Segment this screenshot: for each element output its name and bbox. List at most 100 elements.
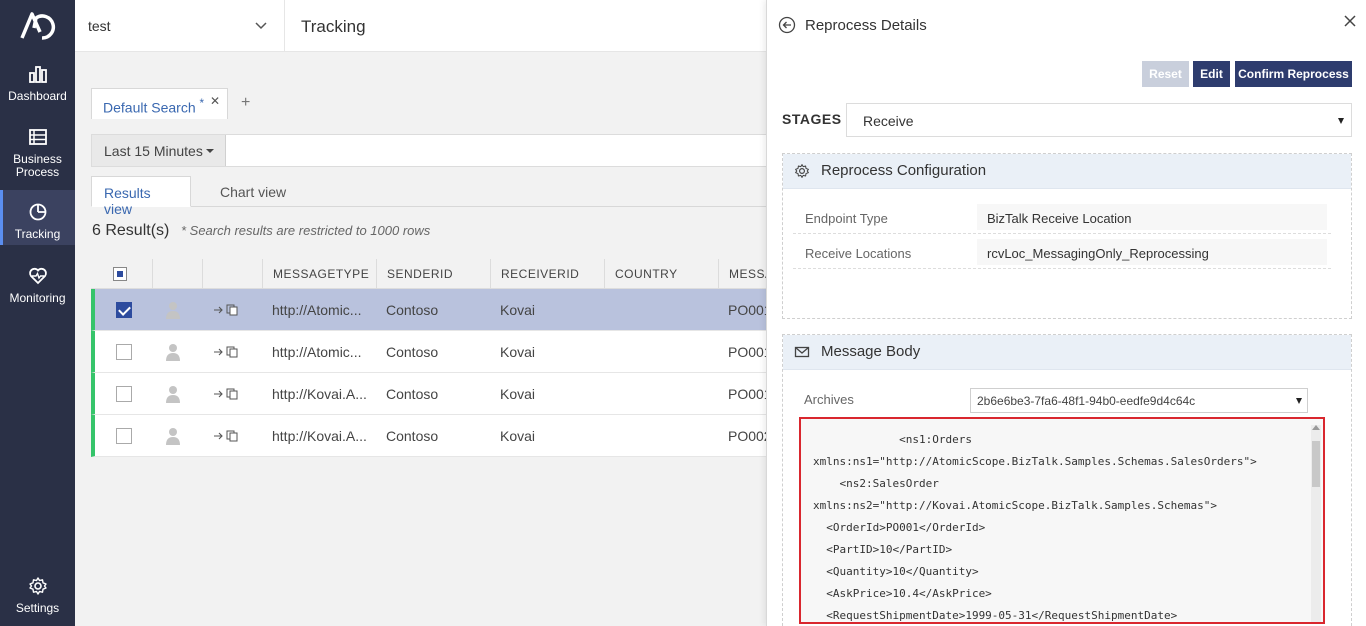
archives-value: 2b6e6be3-7fa6-48f1-94b0-eedfe9d4c64c (977, 394, 1196, 408)
section-header: Reprocess Configuration (783, 154, 1351, 189)
cell-senderid: Contoso (386, 428, 439, 444)
results-summary: 6 Result(s) * Search results are restric… (92, 222, 430, 240)
cell-messagetype: http://Kovai.A... (272, 428, 367, 444)
main-content: Default Search * ✕ + Last 15 Minutes Res… (75, 52, 775, 626)
caret-down-icon (1296, 398, 1302, 404)
endpoint-type-value: BizTalk Receive Location (977, 204, 1327, 230)
time-range-value: Last 15 Minutes (104, 143, 203, 159)
table-row[interactable]: http://Kovai.A... Contoso Kovai PO002 (91, 415, 775, 457)
edit-button[interactable]: Edit (1193, 61, 1230, 87)
tab-default-search[interactable]: Default Search * ✕ (91, 88, 228, 119)
message-line: <ns1:Orders (813, 433, 972, 446)
message-body-content[interactable]: <ns1:Orders xmlns:ns1="http://AtomicScop… (799, 417, 1325, 624)
heartbeat-icon (28, 267, 47, 285)
page-title: Tracking (301, 17, 366, 36)
cell-country (614, 331, 718, 373)
cell-messagetype: http://Kovai.A... (272, 386, 367, 402)
message-line: <OrderId>PO001</OrderId> (813, 521, 986, 534)
tab-results-view[interactable]: Results view (91, 176, 191, 217)
back-arrow-icon[interactable] (778, 16, 796, 34)
reprocess-copy-icon[interactable] (213, 304, 239, 316)
envelope-icon (794, 346, 810, 358)
column-header-user (152, 259, 202, 289)
message-line: xmlns:ns1="http://AtomicScope.BizTalk.Sa… (813, 455, 1257, 468)
reprocess-configuration-section: Reprocess Configuration Endpoint Type Bi… (782, 153, 1352, 319)
table-row[interactable]: http://Atomic... Contoso Kovai PO001 (91, 289, 775, 331)
results-table: MESSAGETYPE SENDERID RECEIVERID COUNTRY … (91, 259, 775, 457)
row-checkbox[interactable] (116, 386, 132, 402)
column-header-country[interactable]: COUNTRY (604, 259, 718, 289)
stages-dropdown[interactable]: Receive (846, 103, 1352, 137)
user-icon (166, 302, 180, 319)
column-header-messagetype[interactable]: MESSAGETYPE (262, 259, 376, 289)
add-tab-button[interactable]: + (241, 94, 250, 112)
sidebar-item-monitoring[interactable]: Monitoring (0, 266, 75, 310)
gear-icon (795, 164, 809, 178)
environment-select[interactable]: test (75, 0, 285, 52)
close-tab-icon[interactable]: ✕ (210, 94, 220, 108)
scrollbar[interactable] (1311, 425, 1321, 622)
reprocess-copy-icon[interactable] (213, 430, 239, 442)
archives-dropdown[interactable]: 2b6e6be3-7fa6-48f1-94b0-eedfe9d4c64c (970, 388, 1308, 413)
sidebar-item-tracking[interactable]: Tracking (0, 190, 75, 245)
scroll-up-icon[interactable] (1312, 425, 1320, 430)
modified-marker: * (199, 97, 205, 110)
view-tabs: Results view Chart view (91, 176, 775, 217)
row-checkbox[interactable] (116, 428, 132, 444)
reset-button[interactable]: Reset (1142, 61, 1189, 87)
reprocess-copy-icon[interactable] (213, 388, 239, 400)
receive-locations-label: Receive Locations (805, 246, 912, 261)
receive-locations-row: Receive Locations rcvLoc_MessagingOnly_R… (793, 239, 1331, 269)
select-all-checkbox[interactable] (113, 267, 127, 281)
sidebar-item-label: Dashboard (8, 89, 67, 103)
column-header-senderid[interactable]: SENDERID (376, 259, 490, 289)
search-bar: Last 15 Minutes (91, 134, 775, 167)
cell-country (614, 373, 718, 415)
cell-senderid: Contoso (386, 302, 439, 318)
list-icon (28, 129, 47, 145)
cell-senderid: Contoso (386, 386, 439, 402)
tab-chart-view[interactable]: Chart view (208, 176, 298, 207)
row-checkbox[interactable] (116, 302, 132, 318)
column-header-receiverid[interactable]: RECEIVERID (490, 259, 604, 289)
cell-senderid: Contoso (386, 344, 439, 360)
scrollbar-thumb[interactable] (1312, 441, 1320, 487)
reprocess-details-panel: Reprocess Details Reset Edit Confirm Rep… (766, 0, 1366, 626)
stages-value: Receive (863, 113, 914, 129)
sidebar-item-label: Business Process (13, 152, 62, 179)
close-icon[interactable] (1343, 14, 1357, 28)
confirm-reprocess-button[interactable]: Confirm Reprocess (1235, 61, 1352, 87)
results-note: * Search results are restricted to 1000 … (180, 223, 431, 238)
cell-messagetype: http://Atomic... (272, 302, 362, 318)
message-line: <AskPrice>10.4</AskPrice> (813, 587, 992, 600)
sidebar-item-settings[interactable]: Settings (0, 576, 75, 616)
pie-chart-icon (29, 203, 46, 221)
receive-locations-value: rcvLoc_MessagingOnly_Reprocessing (977, 239, 1327, 265)
cell-country (614, 415, 718, 457)
sidebar: Dashboard Business Process Tracking Moni… (0, 0, 75, 626)
sidebar-item-label: Tracking (14, 227, 61, 241)
environment-value: test (88, 18, 111, 34)
row-checkbox[interactable] (116, 344, 132, 360)
tab-label: Default Search * (103, 97, 205, 116)
reprocess-copy-icon[interactable] (213, 346, 239, 358)
results-count: 6 Result(s) (92, 222, 170, 239)
panel-header: Reprocess Details (767, 0, 1366, 50)
section-title: Reprocess Configuration (821, 162, 987, 179)
sidebar-item-dashboard[interactable]: Dashboard (0, 64, 75, 108)
archives-label: Archives (804, 392, 854, 407)
time-range-dropdown[interactable]: Last 15 Minutes (92, 135, 226, 166)
sidebar-item-business-process[interactable]: Business Process (0, 127, 75, 179)
gear-icon (28, 577, 47, 595)
panel-title: Reprocess Details (805, 17, 927, 34)
sidebar-item-label: Settings (15, 601, 60, 615)
stages-label: STAGES (782, 111, 842, 127)
atomic-scope-logo[interactable] (20, 10, 56, 40)
message-line: <RequestShipmentDate>1999-05-31</Request… (813, 609, 1178, 622)
endpoint-type-row: Endpoint Type BizTalk Receive Location (793, 204, 1331, 234)
cell-receiverid: Kovai (500, 302, 536, 318)
table-row[interactable]: http://Kovai.A... Contoso Kovai PO001 (91, 373, 775, 415)
cell-receiverid: Kovai (500, 344, 536, 360)
table-row[interactable]: http://Atomic... Contoso Kovai PO001 (91, 331, 775, 373)
caret-down-icon (206, 149, 214, 153)
